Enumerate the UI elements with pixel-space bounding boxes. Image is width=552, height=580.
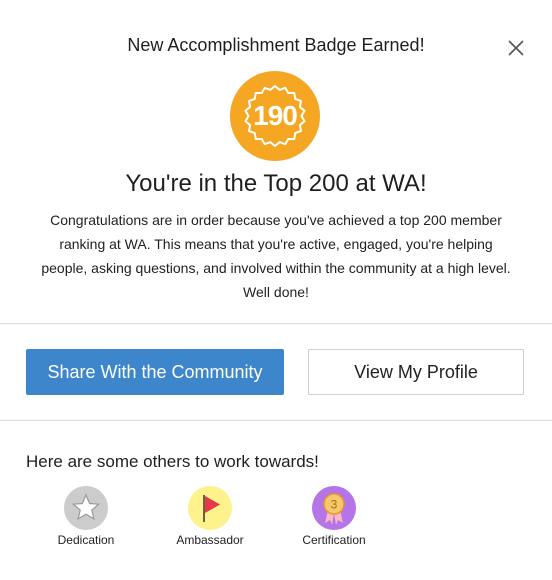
- badge-number: 3: [331, 498, 338, 512]
- badge-certification[interactable]: 3 Certification: [274, 485, 394, 547]
- award-badge: 190: [229, 70, 321, 162]
- badge-ambassador[interactable]: Ambassador: [150, 485, 270, 547]
- others-heading: Here are some others to work towards!: [26, 452, 319, 471]
- divider: [0, 420, 552, 421]
- achievement-heading: You're in the Top 200 at WA!: [125, 170, 427, 197]
- view-my-profile-button[interactable]: View My Profile: [308, 349, 524, 395]
- badge-label: Ambassador: [176, 533, 244, 547]
- ribbon-medal-icon: 3: [312, 486, 356, 530]
- badge-label: Certification: [302, 533, 366, 547]
- achievement-description: Congratulations are in order because you…: [41, 212, 511, 300]
- badge-earned-modal: New Accomplishment Badge Earned! 190 You…: [0, 0, 552, 580]
- badge-number: 190: [253, 100, 298, 131]
- close-button[interactable]: [506, 38, 526, 58]
- flag-icon: [188, 486, 232, 530]
- share-with-community-button[interactable]: Share With the Community: [26, 349, 284, 395]
- modal-title: New Accomplishment Badge Earned!: [127, 35, 425, 55]
- badge-label: Dedication: [57, 533, 115, 547]
- close-icon: [508, 40, 524, 56]
- badge-dedication[interactable]: Dedication: [26, 485, 146, 547]
- divider: [0, 323, 552, 324]
- star-icon: [64, 486, 108, 530]
